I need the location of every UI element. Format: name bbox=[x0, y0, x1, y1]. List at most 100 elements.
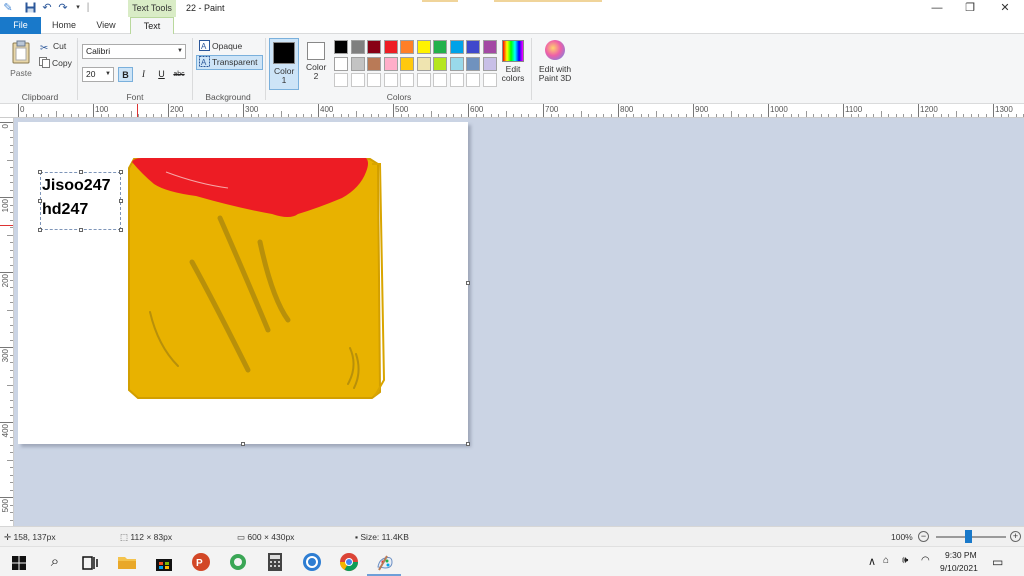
cut-button[interactable]: ✂ Cut bbox=[40, 41, 66, 54]
copy-button[interactable]: Copy bbox=[39, 57, 72, 68]
zoom-slider-thumb[interactable] bbox=[965, 530, 972, 543]
clock-time[interactable]: 9:30 PM bbox=[945, 550, 977, 560]
zoom-level: 100% bbox=[891, 532, 913, 542]
paint-icon[interactable] bbox=[374, 551, 396, 573]
textbox-handle[interactable] bbox=[119, 228, 123, 232]
canvas-resize-handle-bottom[interactable] bbox=[241, 442, 245, 446]
file-explorer-icon[interactable] bbox=[116, 551, 138, 573]
restore-button[interactable]: ❐ bbox=[953, 0, 987, 17]
font-size-select[interactable]: 20 ▼ bbox=[82, 67, 114, 82]
palette-swatch[interactable] bbox=[367, 40, 381, 54]
search-icon[interactable]: ⌕ bbox=[44, 551, 66, 573]
tray-overflow-chevron[interactable]: ∧ bbox=[868, 555, 876, 568]
app-icon[interactable] bbox=[301, 551, 323, 573]
palette-swatch[interactable] bbox=[400, 40, 414, 54]
wifi-icon[interactable]: ◠ bbox=[921, 555, 930, 566]
textbox-handle[interactable] bbox=[38, 228, 42, 232]
volume-icon[interactable]: 🕪 bbox=[902, 555, 908, 566]
ruler-major-tick bbox=[0, 422, 13, 423]
textbox-handle[interactable] bbox=[119, 170, 123, 174]
textbox-handle[interactable] bbox=[79, 228, 83, 232]
ruler-minor-tick bbox=[213, 114, 214, 117]
bold-button[interactable]: B bbox=[118, 67, 133, 82]
task-view-icon[interactable] bbox=[79, 551, 101, 573]
paste-button[interactable]: Paste bbox=[8, 40, 34, 78]
palette-swatch[interactable] bbox=[350, 40, 365, 54]
paint-app-icon[interactable]: ✎ bbox=[2, 2, 14, 14]
transparent-button[interactable]: A Transparent bbox=[196, 55, 263, 70]
tab-file[interactable]: File bbox=[0, 17, 41, 34]
palette-swatch[interactable] bbox=[334, 56, 348, 71]
palette-swatch[interactable] bbox=[449, 56, 464, 71]
opaque-button[interactable]: A Opaque bbox=[196, 39, 247, 54]
clock-date[interactable]: 9/10/2021 bbox=[940, 563, 978, 573]
network-device-icon[interactable]: ⌂ bbox=[883, 555, 889, 566]
palette-swatch[interactable] bbox=[334, 40, 348, 54]
palette-swatch[interactable] bbox=[416, 56, 431, 71]
color-2-label: Color 2 bbox=[306, 62, 327, 81]
palette-swatch[interactable] bbox=[350, 73, 365, 87]
ruler-minor-tick bbox=[865, 114, 867, 117]
palette-swatch[interactable] bbox=[433, 56, 447, 71]
strikethrough-button[interactable]: abc bbox=[171, 67, 187, 82]
zoom-out-button[interactable]: − bbox=[918, 531, 929, 542]
palette-swatch[interactable] bbox=[449, 40, 464, 54]
edit-with-paint3d-button[interactable]: Edit with Paint 3D bbox=[536, 40, 574, 83]
chrome-icon[interactable] bbox=[338, 551, 360, 573]
textbox-line-1[interactable]: Jisoo247 bbox=[42, 177, 110, 195]
ruler-minor-tick bbox=[310, 114, 312, 117]
palette-swatch[interactable] bbox=[400, 73, 414, 87]
palette-swatch[interactable] bbox=[466, 56, 480, 71]
palette-swatch[interactable] bbox=[433, 73, 447, 87]
store-icon[interactable] bbox=[153, 551, 175, 573]
minimize-button[interactable]: — bbox=[920, 0, 954, 17]
redo-icon[interactable]: ↷ bbox=[57, 2, 69, 14]
powerpoint-icon[interactable]: P bbox=[190, 551, 212, 573]
palette-swatch[interactable] bbox=[400, 56, 414, 71]
textbox-handle[interactable] bbox=[38, 170, 42, 174]
underline-button[interactable]: U bbox=[154, 67, 169, 82]
notifications-icon[interactable]: ▭ bbox=[992, 555, 1003, 569]
tab-view[interactable]: View bbox=[86, 17, 126, 34]
tab-text[interactable]: Text bbox=[130, 17, 174, 34]
ruler-minor-tick bbox=[145, 114, 147, 117]
color-1-button[interactable]: Color 1 bbox=[269, 38, 299, 90]
app-icon[interactable] bbox=[227, 551, 249, 573]
palette-swatch[interactable] bbox=[466, 40, 480, 54]
ruler-minor-tick bbox=[828, 114, 829, 117]
tab-home[interactable]: Home bbox=[44, 17, 84, 34]
palette-swatch[interactable] bbox=[367, 56, 381, 71]
ruler-minor-tick bbox=[663, 114, 664, 117]
palette-swatch[interactable] bbox=[383, 40, 398, 54]
palette-swatch[interactable] bbox=[416, 73, 431, 87]
edit-colors-button[interactable]: Edit colors bbox=[498, 40, 528, 83]
canvas-resize-handle-corner[interactable] bbox=[466, 442, 470, 446]
palette-swatch[interactable] bbox=[416, 40, 431, 54]
italic-button[interactable]: I bbox=[136, 67, 151, 82]
textbox-handle[interactable] bbox=[79, 170, 83, 174]
textbox-line-2[interactable]: hd247 bbox=[42, 201, 88, 219]
canvas-resize-handle-right[interactable] bbox=[466, 281, 470, 285]
palette-swatch[interactable] bbox=[334, 73, 348, 87]
palette-swatch[interactable] bbox=[433, 40, 447, 54]
palette-swatch[interactable] bbox=[367, 73, 381, 87]
palette-swatch[interactable] bbox=[383, 73, 398, 87]
zoom-in-button[interactable]: + bbox=[1010, 531, 1021, 542]
palette-swatch[interactable] bbox=[449, 73, 464, 87]
font-family-select[interactable]: Calibri ▼ bbox=[82, 44, 186, 59]
palette-swatch[interactable] bbox=[383, 56, 398, 71]
palette-swatch[interactable] bbox=[482, 73, 497, 87]
palette-swatch[interactable] bbox=[482, 40, 497, 54]
ruler-minor-tick bbox=[858, 114, 859, 117]
color-2-button[interactable]: Color 2 bbox=[301, 42, 331, 81]
calculator-icon[interactable] bbox=[264, 551, 286, 573]
start-icon[interactable] bbox=[8, 551, 30, 573]
palette-swatch[interactable] bbox=[482, 56, 497, 71]
textbox-handle[interactable] bbox=[119, 199, 123, 203]
close-button[interactable]: ✕ bbox=[988, 0, 1022, 17]
palette-swatch[interactable] bbox=[466, 73, 480, 87]
drawing-canvas[interactable] bbox=[18, 122, 468, 444]
palette-swatch[interactable] bbox=[350, 56, 365, 71]
undo-icon[interactable]: ↶ bbox=[41, 2, 53, 14]
save-icon[interactable] bbox=[24, 2, 36, 14]
